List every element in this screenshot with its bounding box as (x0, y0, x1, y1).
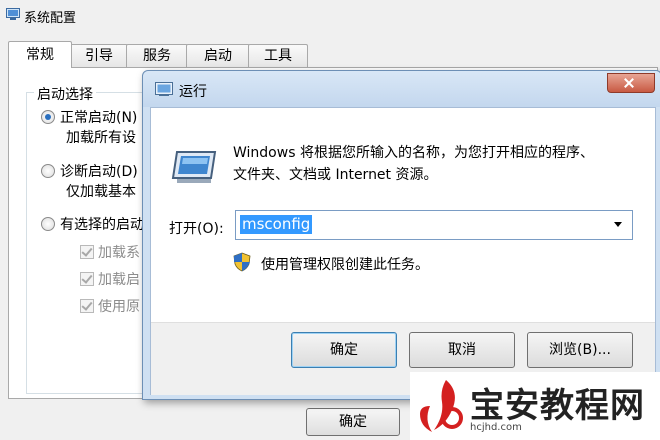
watermark-title: 宝安教程网 (470, 386, 645, 426)
run-dialog: 运行 Windows 将根据您所输入的名称，为您打开相应的程序、 文件夹、文档或… (142, 70, 660, 400)
diagnostic-startup-label[interactable]: 诊断启动(D) (60, 161, 138, 181)
msconfig-app-icon (6, 8, 20, 20)
normal-startup-radio[interactable] (41, 110, 55, 124)
load-system-services-label: 加载系 (98, 245, 140, 261)
open-combobox[interactable]: msconfig (235, 210, 633, 240)
use-original-boot-label: 使用原 (98, 299, 140, 315)
uac-shield-icon (233, 252, 251, 272)
selective-startup-label[interactable]: 有选择的启动 (60, 214, 144, 234)
selective-startup-radio[interactable] (41, 217, 55, 231)
run-program-icon (171, 151, 217, 183)
browse-button[interactable]: 浏览(B)... (527, 332, 633, 368)
run-description-line1: Windows 将根据您所输入的名称，为您打开相应的程序、 (233, 145, 594, 161)
msconfig-ok-button[interactable]: 确定 (306, 408, 400, 436)
cancel-button[interactable]: 取消 (409, 332, 515, 368)
chevron-down-icon[interactable] (614, 222, 622, 227)
msconfig-titlebar[interactable]: 系统配置 (0, 0, 660, 30)
run-title: 运行 (179, 84, 207, 100)
open-label: 打开(O): (169, 221, 224, 237)
tab-general[interactable]: 常规 (8, 41, 72, 68)
ok-button[interactable]: 确定 (291, 332, 397, 368)
load-system-services-checkbox[interactable] (80, 245, 94, 259)
tab-services[interactable]: 服务 (126, 44, 188, 67)
msconfig-title: 系统配置 (24, 11, 77, 26)
use-original-boot-checkbox[interactable] (80, 299, 94, 313)
tab-startup[interactable]: 启动 (186, 44, 250, 67)
run-client-area: Windows 将根据您所输入的名称，为您打开相应的程序、 文件夹、文档或 In… (150, 107, 656, 395)
load-startup-items-checkbox[interactable] (80, 272, 94, 286)
normal-startup-label[interactable]: 正常启动(N) (60, 107, 137, 127)
normal-startup-desc: 加载所有设 (66, 130, 136, 146)
tab-tools[interactable]: 工具 (248, 44, 308, 67)
run-app-icon (155, 82, 173, 96)
diagnostic-startup-desc: 仅加载基本 (66, 184, 136, 200)
admin-privilege-note: 使用管理权限创建此任务。 (261, 257, 429, 273)
run-titlebar[interactable]: 运行 (143, 71, 660, 107)
close-icon[interactable] (607, 73, 655, 93)
run-description-line2: 文件夹、文档或 Internet 资源。 (233, 167, 438, 183)
watermark: 宝安教程网 hcjhd.com (410, 372, 660, 440)
watermark-url: hcjhd.com (470, 422, 522, 433)
tab-boot[interactable]: 引导 (70, 44, 128, 67)
startup-selection-label: 启动选择 (34, 84, 96, 104)
open-input-value[interactable]: msconfig (240, 215, 313, 234)
watermark-logo-icon (420, 380, 463, 432)
diagnostic-startup-radio[interactable] (41, 164, 55, 178)
load-startup-items-label: 加载启 (98, 272, 140, 288)
